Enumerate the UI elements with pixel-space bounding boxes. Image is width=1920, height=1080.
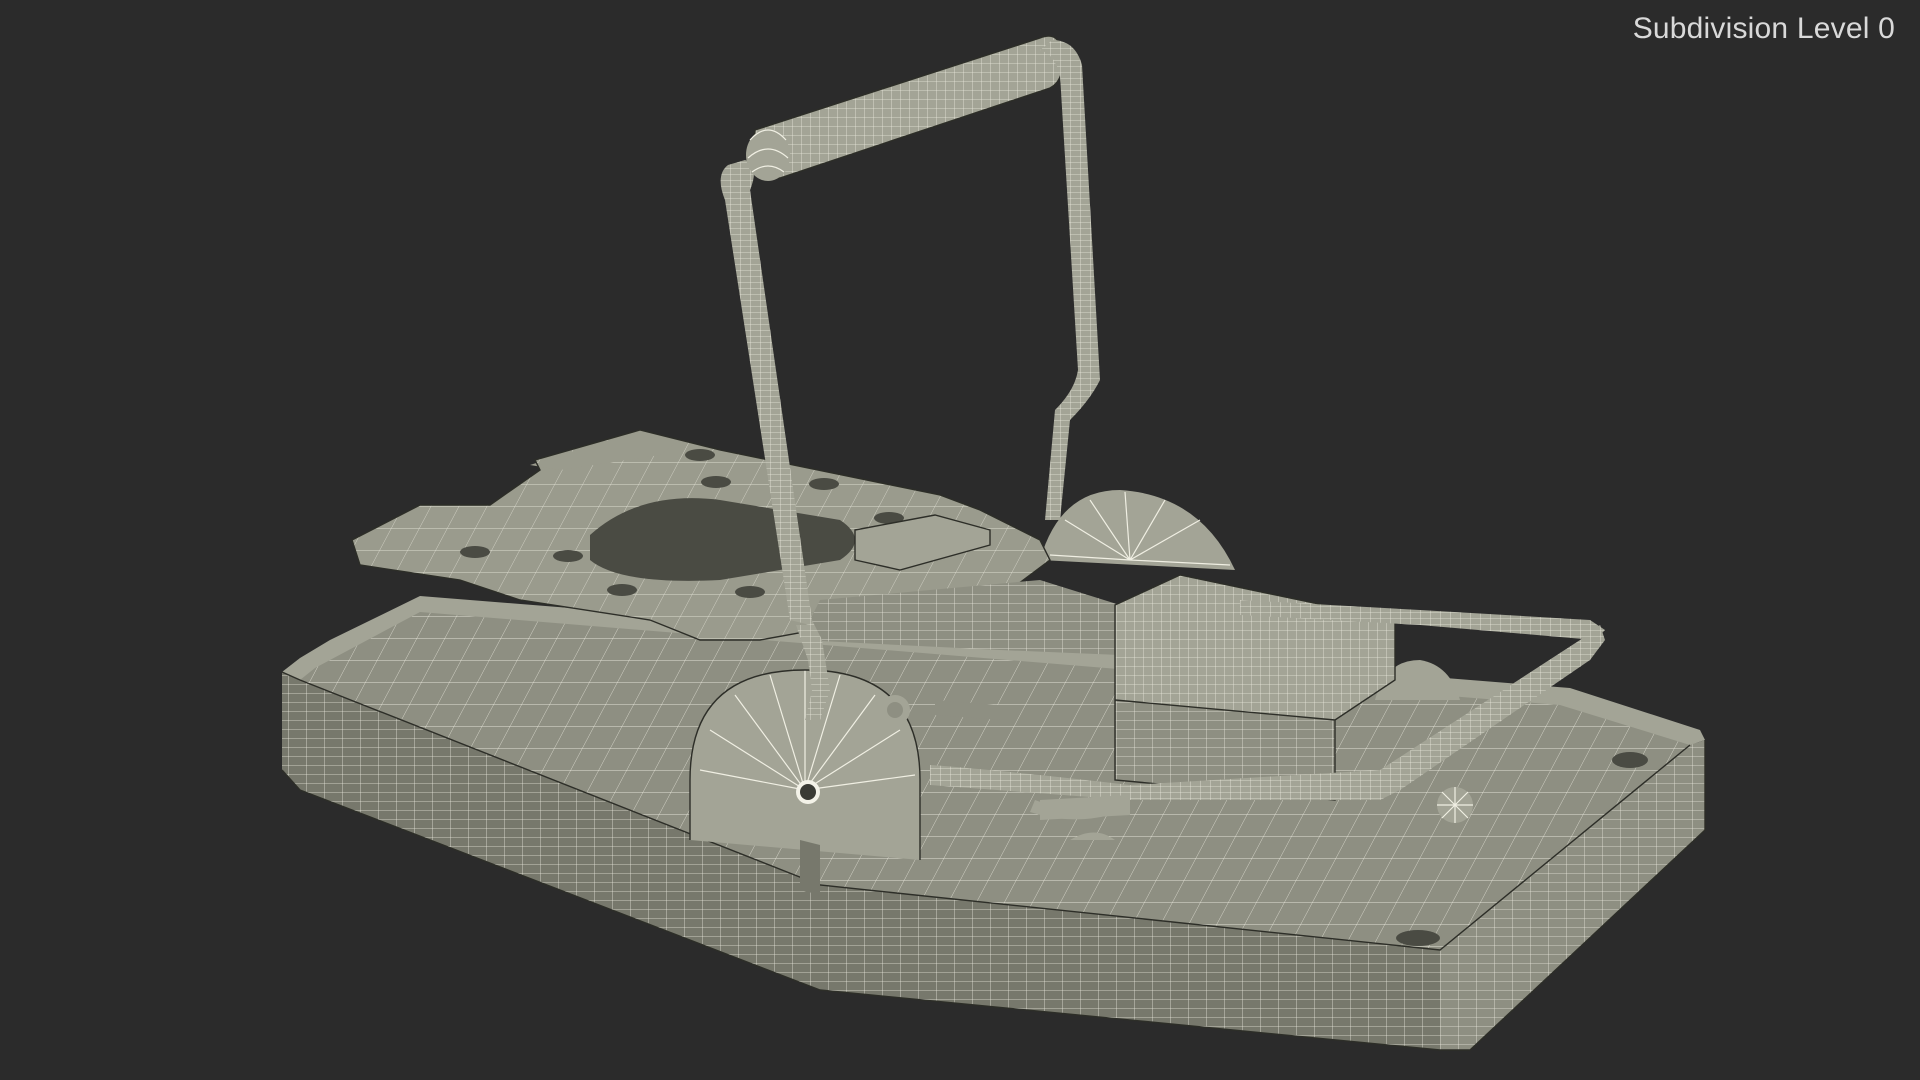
base-board (281, 596, 1706, 1051)
plate-hole (460, 546, 490, 558)
screw-hole (1396, 930, 1440, 946)
plate-hole (701, 476, 731, 488)
3d-viewport[interactable]: Subdivision Level 0 (0, 0, 1920, 1080)
mouse-trap-wireframe-model (281, 35, 1706, 1051)
plate-hole (553, 550, 583, 562)
plate-hole (685, 449, 715, 461)
plate-hole (735, 586, 765, 598)
plate-hole (809, 478, 839, 490)
screw-hole (1612, 752, 1648, 768)
subdivision-level-label: Subdivision Level 0 (1632, 12, 1895, 45)
plate-hole (607, 584, 637, 596)
